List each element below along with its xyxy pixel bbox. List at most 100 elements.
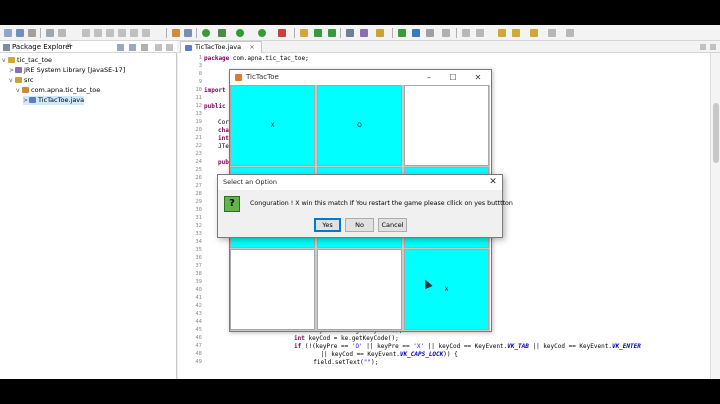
code-line: cha [218, 127, 229, 134]
collapse-all-icon[interactable] [117, 44, 124, 51]
line-number: 31 [195, 215, 202, 221]
package-icon [22, 87, 29, 93]
code-line: field.setText(""); [306, 359, 379, 366]
debug-icon[interactable] [202, 29, 210, 37]
view-menu-icon[interactable] [141, 44, 148, 51]
previous-annotation-icon[interactable] [476, 29, 484, 37]
code-line: || keyCod == KeyEvent.VK_CAPS_LOCK)) { [306, 351, 458, 358]
scrollbar-thumb[interactable] [713, 103, 719, 163]
tab-tictactoe-java[interactable]: TicTacToe.java × [180, 41, 262, 53]
step-over-icon[interactable] [130, 29, 138, 37]
gear-icon[interactable] [218, 29, 226, 37]
maximize-icon[interactable] [710, 44, 716, 50]
line-number: 29 [195, 199, 202, 205]
save-icon[interactable] [16, 29, 24, 37]
line-number: 28 [195, 191, 202, 197]
tree-item[interactable]: v tic_tac_toe [2, 56, 52, 65]
step-return-icon[interactable] [142, 29, 150, 37]
open-type-icon[interactable] [46, 29, 54, 37]
tictactoe-titlebar[interactable]: TicTacToe – ☐ ✕ [230, 70, 491, 85]
minimize-icon[interactable] [700, 44, 706, 50]
board-cell-7[interactable] [230, 249, 315, 330]
open-perspective-icon[interactable] [566, 29, 574, 37]
search-icon[interactable] [360, 29, 368, 37]
pin-icon[interactable] [548, 29, 556, 37]
line-number: 35 [195, 247, 202, 253]
new-java-project-icon[interactable] [300, 29, 308, 37]
back-icon[interactable] [512, 29, 520, 37]
new-class-icon[interactable] [328, 29, 336, 37]
tree-item[interactable]: v com.apna.tic_tac_toe [16, 86, 100, 95]
board-cell-9[interactable]: X [404, 249, 489, 330]
whitespace-icon[interactable] [426, 29, 434, 37]
board-cell-8[interactable] [317, 249, 402, 330]
maximize-icon[interactable]: ☐ [446, 71, 460, 84]
code-line: Cor [218, 119, 229, 126]
tree-item[interactable]: > TicTacToe.java [23, 96, 85, 105]
new-icon[interactable] [4, 29, 12, 37]
link-with-editor-icon[interactable] [129, 44, 136, 51]
tree-item-label: tic_tac_toe [17, 56, 53, 64]
minimize-icon[interactable]: – [422, 71, 436, 84]
line-number: 23 [195, 151, 202, 157]
new-package-icon[interactable] [314, 29, 322, 37]
tree-item[interactable]: > JRE System Library [JavaSE-17] [9, 66, 125, 75]
editor-vertical-scrollbar[interactable] [710, 53, 720, 379]
close-icon[interactable]: ✕ [486, 176, 500, 189]
suspend-icon[interactable] [94, 29, 102, 37]
line-number: 9 [198, 79, 202, 85]
step-into-icon[interactable] [118, 29, 126, 37]
code-line: JTe [218, 143, 229, 150]
annotation-icon[interactable] [412, 29, 420, 37]
line-number: 37 [195, 263, 202, 269]
select-option-dialog: Select an Option ✕ ? Conguration ! X win… [217, 174, 513, 238]
board-cell-3[interactable] [404, 85, 489, 166]
close-icon[interactable]: ✕ [66, 42, 72, 50]
tab-label: TicTacToe.java [195, 43, 242, 51]
pilcrow-icon[interactable] [442, 29, 450, 37]
line-number: 19 [195, 119, 202, 125]
toolbar-separator [294, 28, 295, 38]
cancel-button[interactable]: Cancel [378, 218, 407, 232]
line-number: 49 [195, 359, 202, 365]
close-icon[interactable]: × [249, 43, 254, 51]
code-line: if (!(keyPre == 'O' || keyPre == 'X' || … [294, 343, 641, 350]
maximize-icon[interactable] [166, 44, 173, 51]
tictactoe-window-title: TicTacToe [246, 73, 279, 81]
minimize-icon[interactable] [155, 44, 162, 51]
toggle-icon[interactable] [58, 29, 66, 37]
line-number: 11 [195, 95, 202, 101]
last-edit-icon[interactable] [498, 29, 506, 37]
terminate-icon[interactable] [106, 29, 114, 37]
tree-item[interactable]: v src [9, 76, 34, 85]
yes-button[interactable]: Yes [314, 218, 341, 232]
run-last-icon[interactable] [258, 29, 266, 37]
library-icon [15, 67, 22, 73]
close-icon[interactable]: ✕ [471, 71, 485, 84]
dialog-message: Conguration ! X win this match If You re… [250, 200, 513, 207]
code-line: public [204, 103, 226, 110]
board-cell-1[interactable]: X [230, 85, 315, 166]
next-annotation-icon[interactable] [462, 29, 470, 37]
pencil-icon[interactable] [376, 29, 384, 37]
resume-icon[interactable] [82, 29, 90, 37]
save-all-icon[interactable] [28, 29, 36, 37]
open-folder-icon[interactable] [346, 29, 354, 37]
line-number: 44 [195, 319, 202, 325]
forward-icon[interactable] [530, 29, 538, 37]
package-explorer-title[interactable]: Package Explorer [12, 43, 72, 51]
no-button[interactable]: No [345, 218, 374, 232]
letterbox-top [0, 0, 720, 25]
mark-icon[interactable] [398, 29, 406, 37]
coverage-icon[interactable] [184, 29, 192, 37]
toolbar-separator [40, 28, 41, 38]
source-folder-icon [15, 77, 22, 83]
package-explorer: Package Explorer ✕ v tic_tac_toe > JRE Syst… [0, 41, 177, 379]
line-number: 24 [195, 159, 202, 165]
build-icon[interactable] [172, 29, 180, 37]
run-icon[interactable] [236, 29, 244, 37]
dialog-titlebar[interactable]: Select an Option ✕ [218, 175, 502, 190]
board-cell-2[interactable]: O [317, 85, 402, 166]
line-number: 30 [195, 207, 202, 213]
external-tools-icon[interactable] [278, 29, 286, 37]
